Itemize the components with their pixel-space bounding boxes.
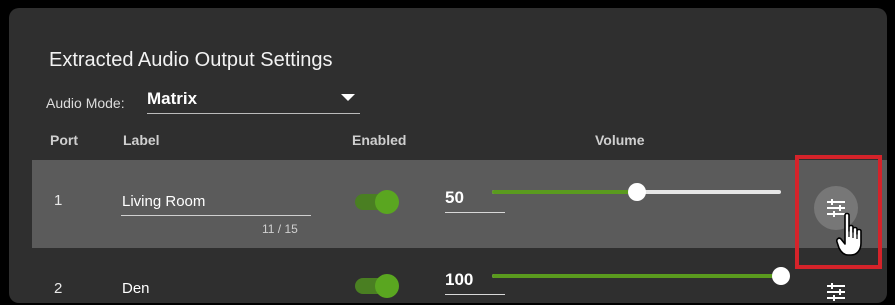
row-1-volume-underline — [445, 212, 505, 213]
panel-title: Extracted Audio Output Settings — [49, 49, 333, 71]
row-1-volume-value[interactable]: 50 — [445, 188, 464, 208]
column-header-volume: Volume — [595, 132, 645, 148]
row-1-enabled-toggle[interactable] — [355, 190, 399, 214]
hand-pointer-icon — [836, 212, 862, 256]
row-1-port: 1 — [54, 192, 63, 209]
row-1-label-underline — [121, 215, 311, 216]
audio-mode-value: Matrix — [147, 89, 198, 108]
slider-fill — [492, 274, 781, 278]
toggle-knob — [375, 190, 399, 214]
row-1-char-count: 11 / 15 — [262, 222, 298, 236]
row-2-equalizer-button[interactable] — [814, 270, 858, 303]
row-2-volume-underline — [445, 294, 505, 295]
row-1-volume-slider[interactable] — [492, 183, 781, 201]
audio-mode-dropdown[interactable]: Matrix — [147, 87, 360, 114]
row-2-enabled-toggle[interactable] — [355, 274, 399, 298]
sliders-icon — [827, 283, 845, 301]
slider-thumb[interactable] — [772, 267, 790, 285]
column-header-enabled: Enabled — [352, 132, 407, 148]
column-header-label: Label — [123, 132, 160, 148]
row-2-volume-slider[interactable] — [492, 267, 790, 285]
row-2-label[interactable]: Den — [122, 280, 150, 297]
column-header-port: Port — [50, 132, 78, 148]
row-1-label[interactable]: Living Room — [122, 193, 205, 210]
audio-mode-label: Audio Mode: — [46, 95, 125, 111]
slider-fill — [492, 190, 637, 194]
row-2-port: 2 — [54, 280, 63, 297]
toggle-knob — [375, 274, 399, 298]
chevron-down-icon — [341, 94, 355, 101]
slider-thumb[interactable] — [627, 183, 646, 201]
audio-output-settings-panel: Extracted Audio Output Settings Audio Mo… — [9, 8, 887, 303]
row-2-volume-value[interactable]: 100 — [445, 270, 473, 290]
